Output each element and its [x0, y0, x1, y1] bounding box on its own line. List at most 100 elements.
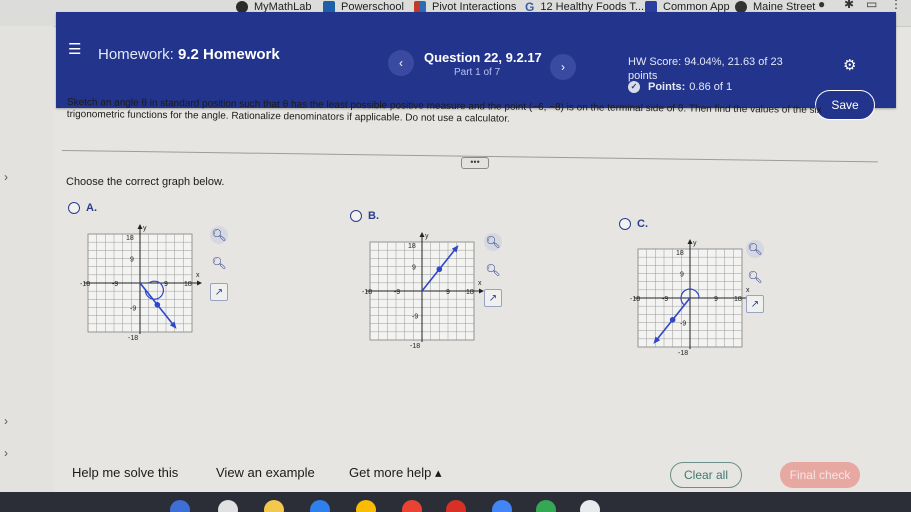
window-icon[interactable]: ▭ [866, 0, 877, 11]
points-status-icon: ✓ [628, 81, 640, 93]
taskbar [0, 492, 911, 512]
question-title: Question 22, 9.2.17 [424, 50, 542, 65]
tick-label-x-mid-right: 9 [164, 281, 168, 288]
y-axis-arrow [419, 232, 425, 237]
radio-option-b[interactable] [350, 210, 362, 222]
open-in-new-icon[interactable]: ↗ [484, 289, 502, 307]
tick-label-y-mid: 9 [680, 272, 684, 279]
zoom-in-icon[interactable]: 🔍︎ [484, 233, 502, 251]
get-more-help-link[interactable]: Get more help ▴ [349, 465, 442, 481]
expand-chevron-icon[interactable]: › [4, 446, 8, 460]
homework-prefix: Homework: [98, 46, 174, 63]
hw-score: HW Score: 94.04%, 21.63 of 23 points [628, 56, 783, 82]
chevron-left-icon: ‹ [399, 56, 403, 70]
zoom-out-icon[interactable]: 🔍︎ [746, 268, 764, 286]
app-icon[interactable] [492, 500, 512, 512]
expand-question-button[interactable]: ••• [461, 157, 489, 169]
tick-label-x-mid-right: 9 [714, 296, 718, 303]
zoom-out-icon[interactable]: 🔍︎ [484, 261, 502, 279]
x-axis-arrow [197, 280, 202, 286]
tick-label-y-neg-mid: -9 [412, 314, 418, 321]
menu-icon[interactable]: ☰ [68, 40, 81, 58]
radio-option-c[interactable] [619, 218, 631, 230]
screen: MyMathLab Powerschool Pivot Interactions… [0, 0, 911, 512]
tick-label-x-mid-left: -9 [112, 281, 118, 288]
tick-label-y-mid: 9 [130, 257, 134, 264]
app-icon[interactable] [402, 500, 422, 512]
tick-label-y-top: 18 [676, 250, 684, 257]
tick-label-y-bottom: -18 [678, 350, 688, 357]
help-me-solve-link[interactable]: Help me solve this [72, 465, 178, 480]
tick-label-x-left: -18 [630, 296, 640, 303]
open-in-new-icon[interactable]: ↗ [210, 283, 228, 301]
homework-title: Homework: 9.2 Homework [98, 46, 280, 63]
previous-question-button[interactable]: ‹ [388, 50, 414, 76]
app-icon[interactable] [218, 500, 238, 512]
option-c[interactable]: C. [619, 218, 648, 230]
expand-chevron-icon[interactable]: › [4, 170, 8, 184]
y-axis-arrow [137, 224, 143, 229]
graph-option-c: 18 9 -9 -18 -18 -9 9 18 x y [630, 239, 752, 357]
app-icon[interactable] [170, 500, 190, 512]
chevron-right-icon: › [561, 60, 565, 74]
zoom-in-icon[interactable]: 🔍︎ [210, 226, 228, 244]
points-display: ✓ Points: 0.86 of 1 [628, 81, 732, 93]
view-example-link[interactable]: View an example [216, 465, 315, 480]
extension-icon[interactable]: ● [818, 0, 825, 11]
final-check-button[interactable]: Final check [780, 462, 860, 488]
choose-prompt: Choose the correct graph below. [66, 176, 225, 188]
tick-label-x-right: 18 [466, 289, 474, 296]
app-icon[interactable] [580, 500, 600, 512]
open-in-new-icon[interactable]: ↗ [746, 295, 764, 313]
zoom-in-icon[interactable]: 🔍︎ [746, 240, 764, 258]
app-icon[interactable] [536, 500, 556, 512]
y-axis-arrow [687, 239, 693, 244]
terminal-point [669, 316, 676, 323]
puzzle-icon[interactable]: ✱ [844, 0, 854, 11]
y-axis-label: y [143, 225, 147, 232]
homework-name: 9.2 Homework [178, 46, 280, 63]
tick-label-y-top: 18 [408, 243, 416, 250]
tick-label-y-top: 18 [126, 235, 134, 242]
app-icon[interactable] [310, 500, 330, 512]
tick-label-y-neg-mid: -9 [130, 306, 136, 313]
points-label: Points: [648, 81, 686, 93]
tick-label-x-left: -18 [362, 289, 372, 296]
option-b[interactable]: B. [350, 210, 379, 222]
tick-label-x-right: 18 [184, 281, 192, 288]
radio-option-a[interactable] [68, 202, 80, 214]
tick-label-x-left: -18 [80, 281, 90, 288]
option-letter: A. [86, 202, 97, 214]
tick-label-x-mid-right: 9 [446, 289, 450, 296]
graph-option-a: 18 9 -9 -18 -18 -9 9 18 x y [80, 224, 202, 342]
tick-label-x-right: 18 [734, 296, 742, 303]
tick-label-y-bottom: -18 [128, 335, 138, 342]
expand-chevron-icon[interactable]: › [4, 414, 8, 428]
tick-label-y-mid: 9 [412, 265, 416, 272]
gear-icon[interactable]: ⚙ [843, 56, 856, 74]
gmail-icon[interactable] [446, 500, 466, 512]
next-question-button[interactable]: › [550, 54, 576, 80]
x-axis-label: x [478, 280, 482, 287]
tick-label-x-mid-left: -9 [394, 289, 400, 296]
option-letter: C. [637, 218, 648, 230]
x-axis-label: x [196, 272, 200, 279]
part-label: Part 1 of 7 [454, 67, 501, 78]
tick-label-x-mid-left: -9 [662, 296, 668, 303]
graph-option-b: 18 9 -9 -18 -18 -9 9 18 x y [362, 232, 484, 350]
y-axis-label: y [425, 233, 429, 240]
app-icon[interactable] [356, 500, 376, 512]
clear-all-button[interactable]: Clear all [670, 462, 742, 488]
terminal-point [436, 266, 443, 273]
points-value: 0.86 of 1 [689, 81, 733, 93]
tick-label-y-neg-mid: -9 [680, 321, 686, 328]
option-letter: B. [368, 210, 379, 222]
x-axis-label: x [746, 287, 750, 294]
homework-header: ☰ Homework: 9.2 Homework ‹ Question 22, … [56, 12, 896, 120]
option-a[interactable]: A. [68, 202, 97, 214]
tick-label-y-bottom: -18 [410, 343, 420, 350]
zoom-out-icon[interactable]: 🔍︎ [210, 254, 228, 272]
y-axis-label: y [693, 240, 697, 247]
drive-icon[interactable] [264, 500, 284, 512]
more-icon[interactable]: ⋮ [890, 0, 902, 11]
